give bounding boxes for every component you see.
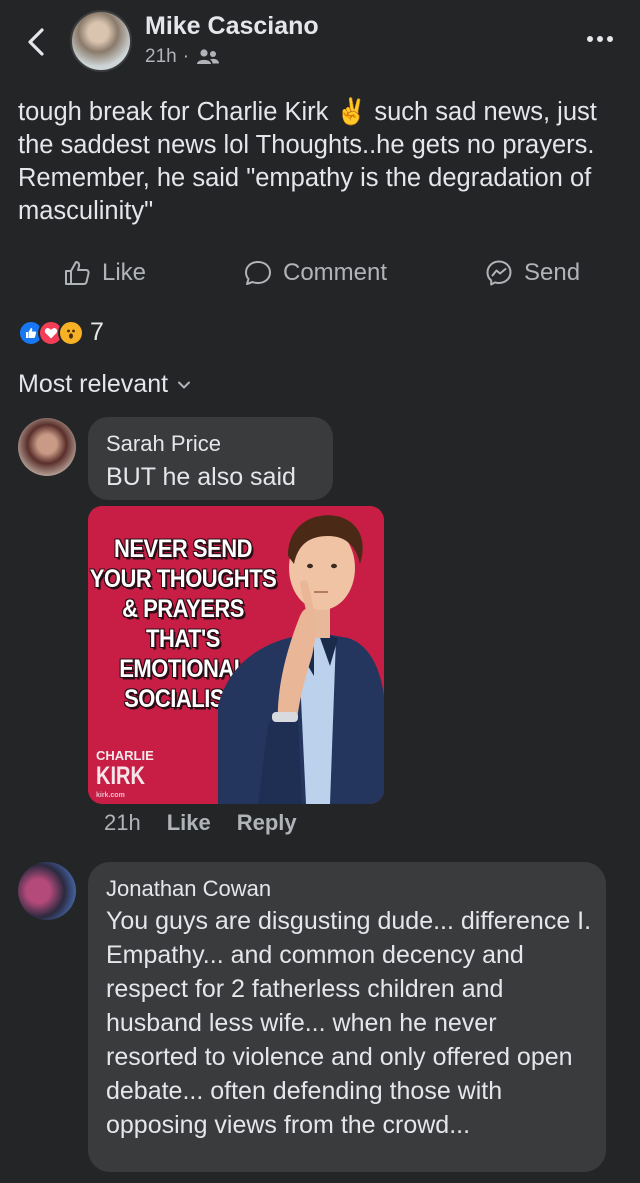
more-options-button[interactable] (582, 24, 618, 54)
send-button[interactable]: Send (484, 258, 580, 288)
comment-reply-button[interactable]: Reply (237, 810, 297, 836)
author-name[interactable]: Mike Casciano (145, 12, 319, 41)
comment-sort-dropdown[interactable]: Most relevant (18, 370, 192, 399)
comment-button[interactable]: Comment (243, 258, 387, 288)
commenter-name[interactable]: Jonathan Cowan (106, 876, 271, 902)
like-label: Like (102, 259, 147, 286)
image-brand-bottom: KIRK (96, 762, 145, 790)
sort-label: Most relevant (18, 370, 169, 398)
comment-bubble: Jonathan Cowan You guys are disgusting d… (88, 862, 606, 1172)
comment-bubble: Sarah Price BUT he also said (88, 417, 333, 500)
reaction-count: 7 (90, 318, 104, 346)
like-button[interactable]: Like (62, 258, 146, 288)
post-header: Mike Casciano 21h · (0, 0, 640, 90)
more-dots-icon (587, 36, 613, 42)
chevron-down-icon (178, 381, 191, 388)
thumbs-up-icon (65, 261, 90, 285)
comment-image[interactable]: NEVER SEND YOUR THOUGHTS & PRAYERS THAT'… (88, 506, 384, 804)
friends-icon (197, 49, 220, 64)
post-text: tough break for Charlie Kirk ✌️ such sad… (18, 98, 597, 225)
post-time[interactable]: 21h (145, 46, 177, 68)
comment-like-button[interactable]: Like (167, 810, 211, 836)
commenter-avatar[interactable] (18, 418, 76, 476)
comment-icon (245, 261, 271, 285)
meta-separator: · (182, 46, 190, 67)
person-illustration (218, 515, 384, 804)
back-button[interactable] (22, 22, 52, 62)
post-meta: 21h · (145, 46, 221, 68)
messenger-icon (486, 260, 512, 286)
chevron-left-icon (28, 28, 44, 56)
image-brand-small: kirk.com (96, 792, 125, 799)
commenter-name[interactable]: Sarah Price (106, 431, 221, 457)
comment-label: Comment (283, 259, 388, 286)
comment-text: You guys are disgusting dude... differen… (106, 907, 592, 1139)
image-brand-top: CHARLIE (96, 748, 154, 763)
commenter-avatar[interactable] (18, 862, 76, 920)
comment-time: 21h (104, 810, 141, 835)
comment-meta: 21h Like Reply (104, 810, 297, 836)
wow-reaction-icon (58, 319, 84, 346)
author-avatar[interactable] (70, 10, 132, 72)
comment-text: BUT he also said (106, 463, 296, 491)
post-actions: Like Comment Send (0, 250, 640, 300)
reactions-summary[interactable]: 7 (18, 318, 104, 347)
send-label: Send (524, 259, 581, 286)
